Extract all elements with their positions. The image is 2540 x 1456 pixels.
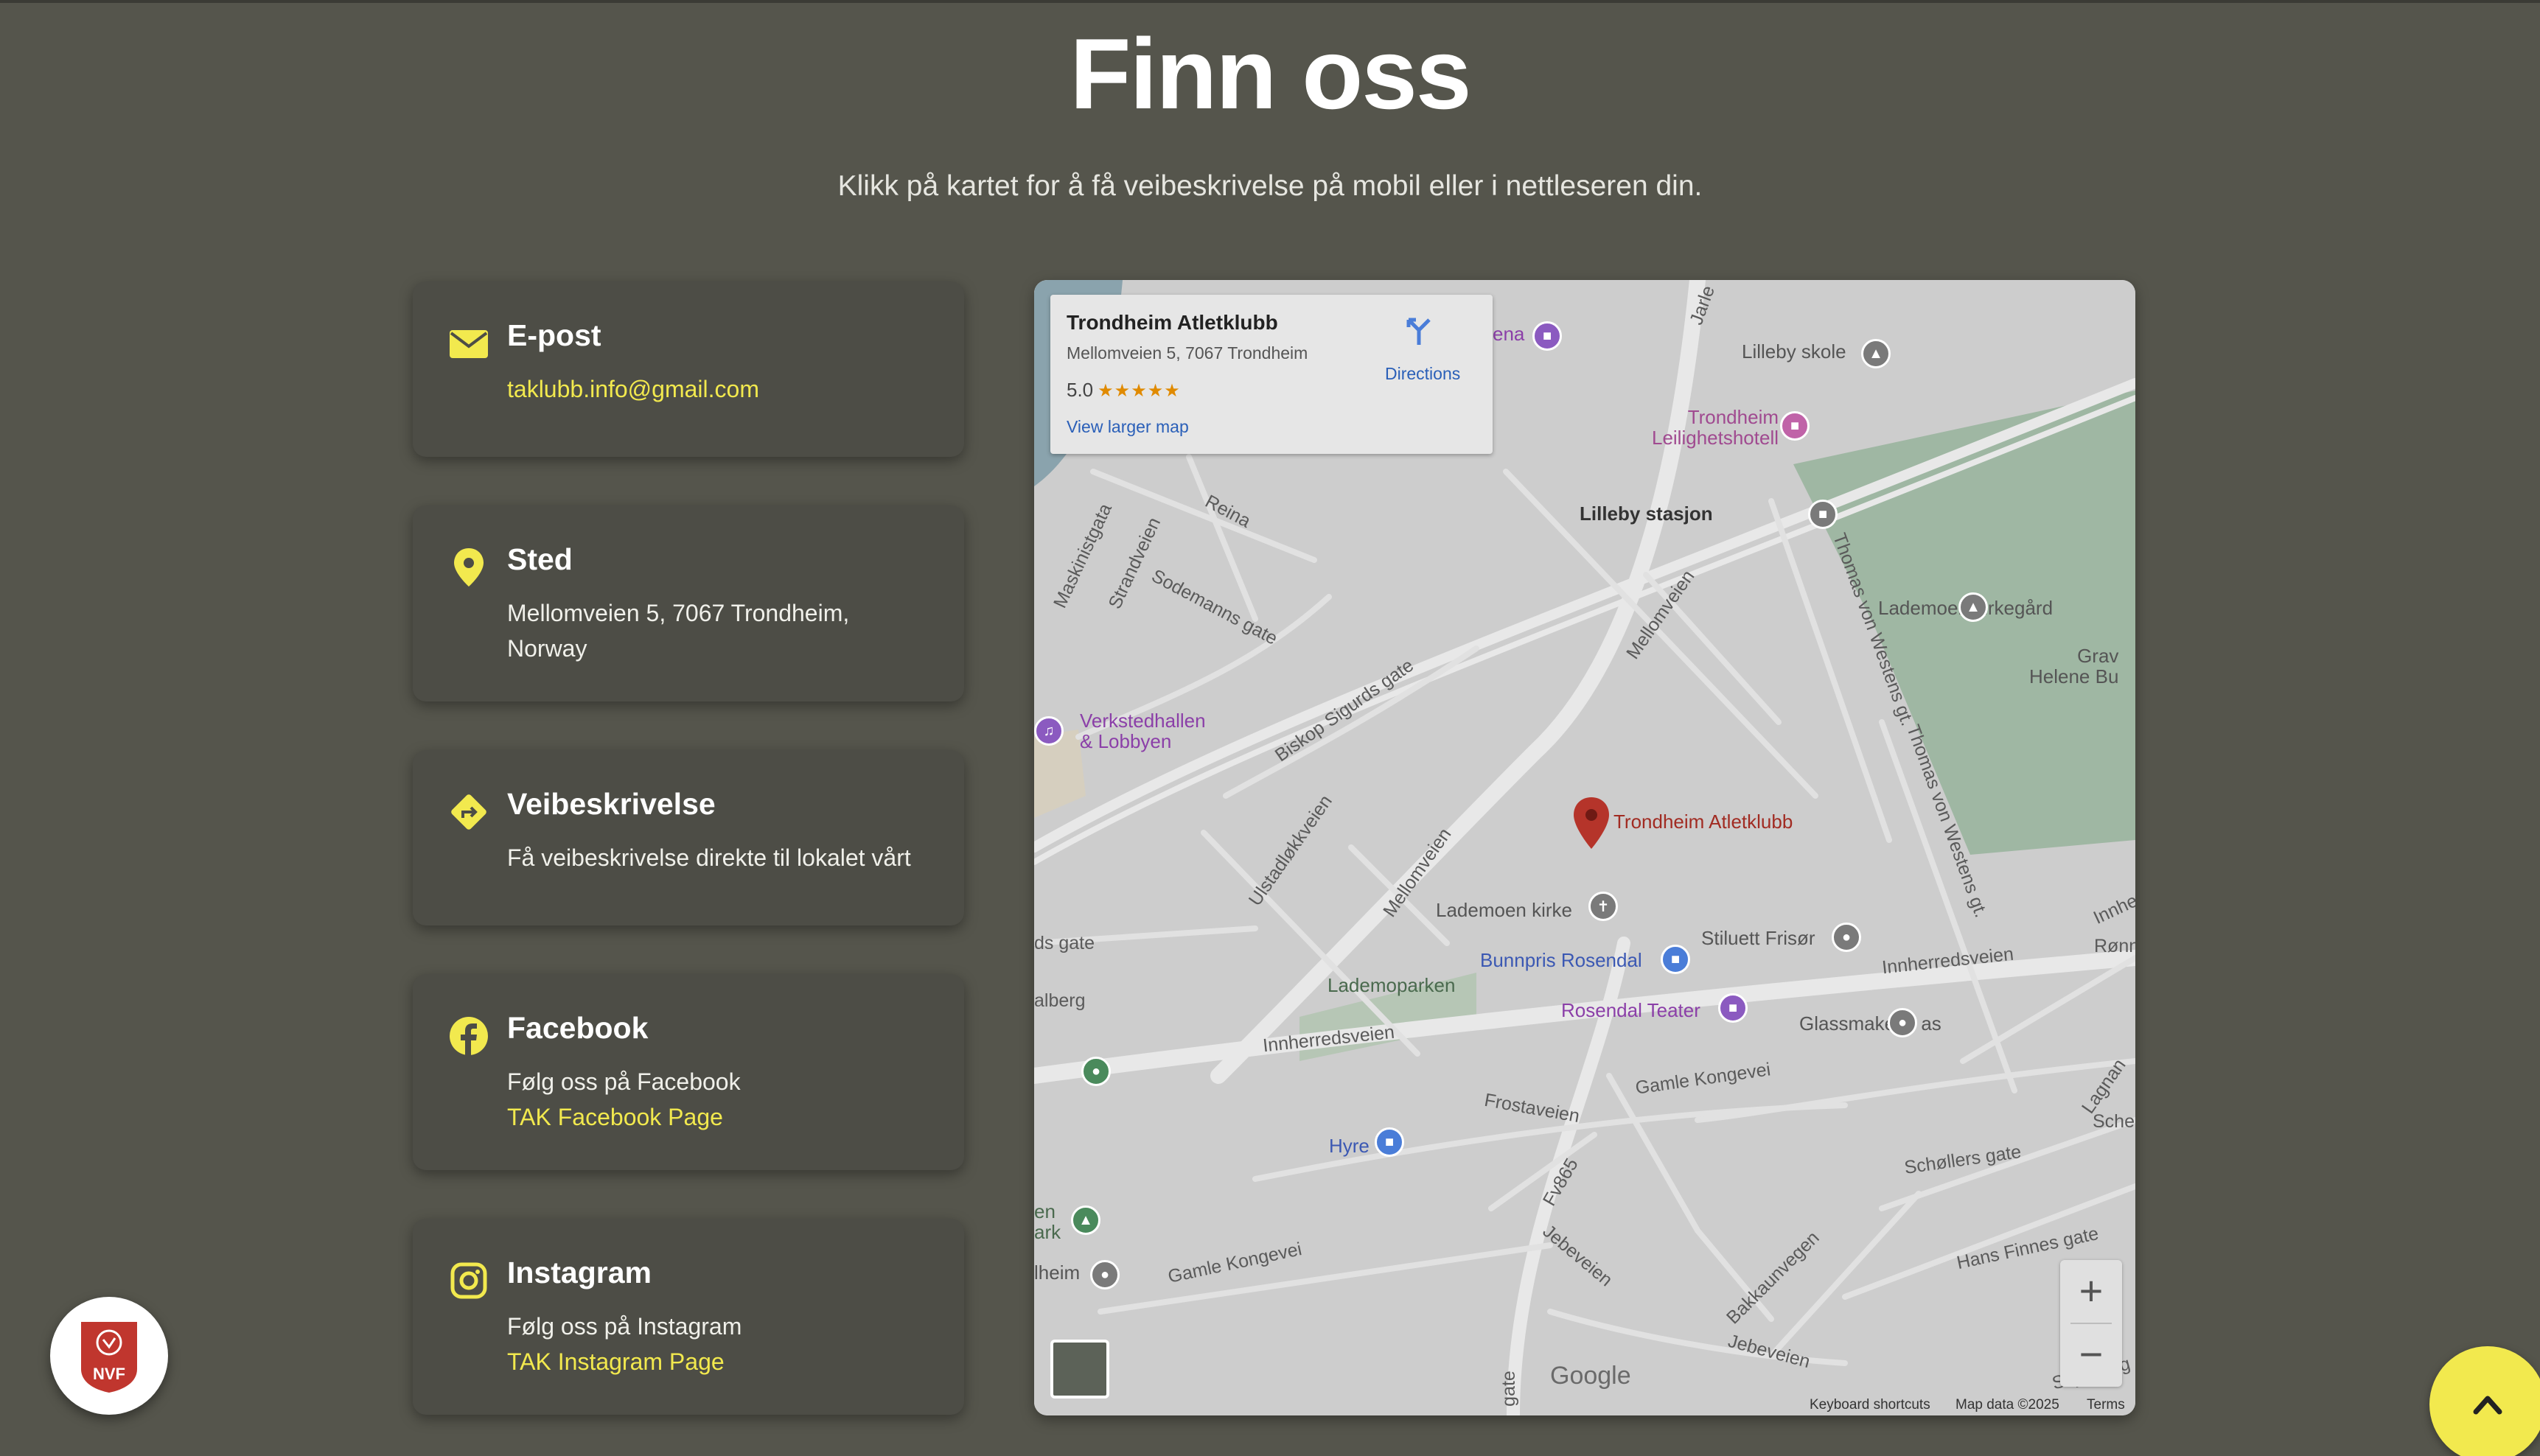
directions-card[interactable]: Veibeskrivelse Få veibeskrivelse direkte… xyxy=(413,750,964,925)
theater-pin-icon[interactable]: ■ xyxy=(1718,993,1748,1023)
directions-arrow-icon[interactable] xyxy=(1401,314,1437,346)
directions-title: Veibeskrivelse xyxy=(507,787,716,821)
map-label-arena: ena xyxy=(1493,323,1525,345)
instagram-card: Instagram Følg oss på Instagram TAK Inst… xyxy=(413,1219,964,1415)
google-logo: Google xyxy=(1550,1362,1631,1390)
map-label-marker: Trondheim Atletklubb xyxy=(1613,811,1793,833)
facebook-icon xyxy=(450,1017,488,1055)
map-label-en-ark: en ark xyxy=(1034,1200,1061,1243)
view-larger-map-link[interactable]: View larger map xyxy=(1067,417,1189,437)
top-border xyxy=(0,0,2540,3)
facebook-link[interactable]: TAK Facebook Page xyxy=(507,1099,935,1135)
location-address: Mellomveien 5, 7067 Trondheim, Norway xyxy=(507,600,850,662)
location-card: Sted Mellomveien 5, 7067 Trondheim, Norw… xyxy=(413,505,964,701)
glass-pin-icon[interactable]: ● xyxy=(1888,1008,1917,1037)
park-pin-icon[interactable]: ● xyxy=(1081,1057,1111,1086)
school-pin-icon[interactable]: ▲ xyxy=(1861,339,1891,368)
map-label-lilleby-skole: Lilleby skole xyxy=(1742,340,1846,363)
arena-pin-icon[interactable]: ■ xyxy=(1532,321,1562,351)
map-label-schel: Schel xyxy=(2093,1111,2135,1132)
map-label-grav: Grav Helene Bu xyxy=(2029,645,2119,687)
email-title: E-post xyxy=(507,318,601,352)
directions-text: Få veibeskrivelse direkte til lokalet vå… xyxy=(507,844,911,871)
email-link[interactable]: taklubb.info@gmail.com xyxy=(507,371,935,407)
directions-icon xyxy=(451,794,486,830)
map-pin-icon xyxy=(454,548,484,587)
map-label-lademoen-kirke: Lademoen kirke xyxy=(1436,899,1572,921)
map-label-leilighetshotell: Trondheim Leilighetshotell xyxy=(1651,406,1779,449)
map-label-rosendal: Rosendal Teater xyxy=(1561,999,1700,1021)
instagram-link[interactable]: TAK Instagram Page xyxy=(507,1344,935,1379)
instagram-icon xyxy=(450,1262,487,1299)
map-label-ds-gate: ds gate xyxy=(1034,933,1095,953)
church-pin-icon[interactable]: ✝ xyxy=(1588,892,1618,921)
terms-link[interactable]: Terms xyxy=(2087,1397,2125,1413)
map-embed[interactable]: ena Jarle Lilleby skole Trondheim Leilig… xyxy=(1034,280,2135,1415)
zoom-out-button[interactable]: − xyxy=(2060,1323,2122,1385)
map-label-glassmakern: Glassmaker'n as xyxy=(1799,1012,1941,1035)
map-attribution: Keyboard shortcuts Map data ©2025 Terms xyxy=(1034,1393,2135,1415)
map-label-alberg: alberg xyxy=(1034,990,1086,1011)
page-title: Finn oss xyxy=(1070,18,1471,130)
zoom-controls: + − xyxy=(2060,1260,2122,1387)
info-place-name: Trondheim Atletklubb xyxy=(1067,311,1278,334)
instagram-text: Følg oss på Instagram xyxy=(507,1313,742,1340)
map-label-lademoparken: Lademoparken xyxy=(1327,974,1456,996)
facebook-card: Facebook Følg oss på Facebook TAK Facebo… xyxy=(413,974,964,1170)
email-card: E-post taklubb.info@gmail.com xyxy=(413,281,964,457)
location-marker-icon[interactable] xyxy=(1572,796,1611,850)
info-rating: 5.0 ★★★★★ xyxy=(1067,379,1181,401)
instagram-title: Instagram xyxy=(507,1256,652,1289)
satellite-layer-toggle[interactable] xyxy=(1050,1340,1109,1399)
map-label-stiluett: Stiluett Frisør xyxy=(1701,927,1815,949)
chevron-up-icon xyxy=(2473,1396,2502,1415)
map-label-ronn: Rønn xyxy=(2094,936,2135,956)
back-to-top-button[interactable] xyxy=(2429,1346,2540,1456)
logo-text: NVF xyxy=(93,1365,125,1383)
location-title: Sted xyxy=(507,542,573,576)
keyboard-shortcuts-link[interactable]: Keyboard shortcuts xyxy=(1810,1397,1930,1413)
cemetery-pin-icon[interactable]: ▲ xyxy=(1958,592,1988,622)
map-label-heim: lheim xyxy=(1034,1261,1081,1284)
zoom-in-button[interactable]: + xyxy=(2060,1260,2122,1322)
salon-pin-icon[interactable]: ● xyxy=(1832,923,1861,952)
map-data-text: Map data ©2025 xyxy=(1955,1397,2059,1413)
info-address: Mellomveien 5, 7067 Trondheim xyxy=(1067,343,1308,363)
hotel-pin-icon[interactable]: ■ xyxy=(1780,411,1810,441)
map-label-verkstedhallen: Verkstedhallen & Lobbyen xyxy=(1080,710,1206,752)
tree-pin-icon[interactable]: ▲ xyxy=(1071,1205,1100,1235)
train-station-icon[interactable]: ■ xyxy=(1808,500,1838,529)
nvf-logo-badge[interactable]: NVF xyxy=(50,1297,168,1415)
music-venue-pin-icon[interactable]: ♫ xyxy=(1034,716,1064,746)
directions-link[interactable]: Directions xyxy=(1385,364,1460,384)
map-info-box: Trondheim Atletklubb Mellomveien 5, 7067… xyxy=(1050,295,1493,454)
page-subtitle: Klikk på kartet for å få veibeskrivelse … xyxy=(837,170,1703,202)
facebook-title: Facebook xyxy=(507,1011,649,1045)
star-rating-icon: ★★★★★ xyxy=(1098,381,1181,401)
envelope-icon xyxy=(450,330,488,358)
nvf-shield-icon: NVF xyxy=(81,1322,137,1393)
place-pin-icon[interactable]: ● xyxy=(1090,1260,1120,1289)
car-rental-pin-icon[interactable]: ■ xyxy=(1375,1127,1404,1157)
map-label-bunnpris: Bunnpris Rosendal xyxy=(1480,949,1642,971)
map-label-hyre: Hyre xyxy=(1329,1135,1370,1157)
map-label-lilleby-stasjon: Lilleby stasjon xyxy=(1580,503,1713,525)
grocery-pin-icon[interactable]: ■ xyxy=(1661,945,1690,974)
facebook-text: Følg oss på Facebook xyxy=(507,1068,741,1095)
